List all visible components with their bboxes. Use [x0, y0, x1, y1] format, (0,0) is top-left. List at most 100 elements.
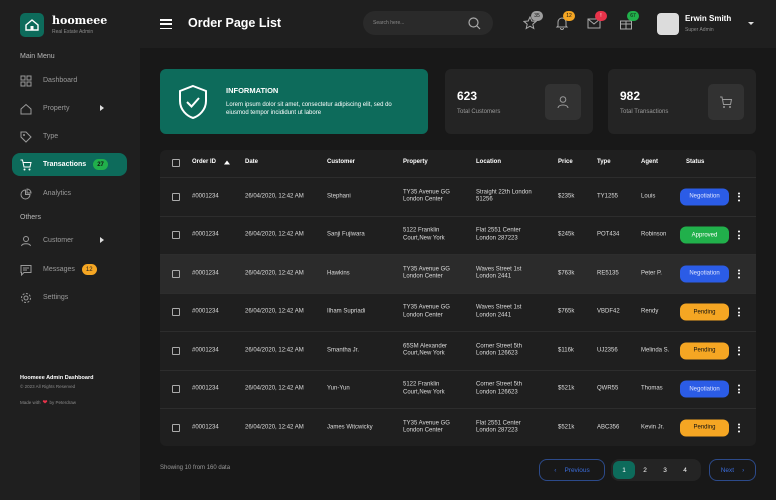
user-icon [21, 235, 31, 246]
location-cell-line: Straight 22th London [476, 189, 532, 196]
column-customer[interactable]: Customer [327, 159, 355, 167]
more-options-icon[interactable] [738, 192, 740, 202]
more-options-icon[interactable] [738, 384, 740, 394]
property-cell-line: 5122 Franklin [403, 381, 440, 388]
column-status[interactable]: Status [686, 159, 704, 167]
page-3-button[interactable]: 3 [655, 461, 675, 479]
row-checkbox[interactable] [172, 269, 180, 278]
column-property[interactable]: Property [403, 159, 428, 167]
more-options-icon[interactable] [738, 230, 740, 240]
logo[interactable]: hoomeee Real Estate Admin [20, 13, 107, 37]
row-checkbox[interactable] [172, 346, 180, 355]
more-options-icon[interactable] [738, 307, 740, 317]
page-4-button[interactable]: 4 [675, 461, 695, 479]
select-all-checkbox[interactable] [172, 159, 180, 167]
sidebar-item-label: Transactions [43, 161, 87, 168]
sidebar-item-property[interactable]: Property [12, 97, 127, 120]
order-id-cell: #0001234 [192, 347, 219, 353]
location-cell: Straight 22th London 51256 [476, 189, 532, 204]
sidebar-item-messages[interactable]: Messages 12 [12, 258, 127, 281]
page-1-button[interactable]: 1 [613, 461, 635, 479]
pie-chart-icon [20, 187, 32, 199]
location-cell-line: Flat 2551 Center [476, 227, 521, 234]
status-badge: Pending [680, 303, 729, 321]
table-row[interactable]: #0001234 26/04/2020, 12:42 AM Hawkins TY35 … [160, 254, 756, 293]
footer-credit: Made with ❤ by Peterdraw [20, 399, 76, 406]
information-card: INFORMATION Lorem ipsum dolor sit amet, … [160, 69, 428, 134]
sidebar-item-type[interactable]: Type [12, 125, 127, 148]
chevron-down-icon[interactable] [748, 22, 754, 25]
sidebar-item-dashboard[interactable]: Dashboard [12, 69, 127, 92]
table-row[interactable]: #0001234 26/04/2020, 12:42 AM Ilham Supria… [160, 292, 756, 332]
agent-cell: Rendy [641, 308, 659, 315]
property-cell: TY35 Avenue GG London Center [403, 189, 450, 204]
sidebar-item-label: Messages [43, 266, 75, 273]
more-options-icon[interactable] [738, 346, 740, 356]
property-cell: 65SM Alexander Court,New York [403, 343, 447, 358]
user-name[interactable]: Erwin Smith [685, 14, 731, 23]
property-cell-line: TY35 Avenue GG [403, 266, 450, 273]
agent-cell: Robinson [641, 231, 667, 238]
column-order-id[interactable]: Order ID [192, 159, 216, 167]
table-row[interactable]: #0001234 26/04/2020, 12:42 AM Smantha Jr. 6… [160, 331, 756, 370]
date-cell: 26/04/2020, 12:42 AM [245, 347, 304, 353]
property-cell-line: Court,New York [403, 389, 445, 396]
bell-count-badge: 12 [563, 11, 575, 21]
sidebar-item-customer[interactable]: Customer [12, 229, 127, 252]
sidebar-item-transactions[interactable]: Transactions 27 [12, 153, 127, 176]
column-date[interactable]: Date [245, 159, 258, 167]
previous-button[interactable]: ‹ Previous [539, 459, 605, 481]
search-icon[interactable] [468, 17, 481, 30]
order-id-cell: #0001234 [192, 193, 219, 199]
status-badge: Negotiation [680, 380, 729, 398]
footer-title: Hoomeee Admin Dashboard [20, 375, 94, 381]
more-options-icon[interactable] [738, 423, 740, 433]
column-type[interactable]: Type [597, 159, 611, 167]
shield-check-icon [179, 84, 207, 120]
sort-icon[interactable] [224, 160, 230, 166]
sidebar-item-label: Settings [43, 294, 69, 301]
sidebar-item-settings[interactable]: Settings [12, 286, 127, 309]
agent-cell: Kevin Jr. [641, 424, 665, 430]
table-header: Order ID Date Customer Property Location… [160, 150, 756, 176]
home-logo-icon [20, 13, 44, 37]
sidebar-item-label: Type [43, 133, 59, 140]
row-checkbox[interactable] [172, 423, 180, 432]
property-cell-line: 65SM Alexander [403, 343, 448, 350]
sidebar-item-analytics[interactable]: Analytics [12, 182, 127, 205]
table-row[interactable]: #0001234 26/04/2020, 12:42 AM Stephani TY35… [160, 177, 756, 216]
column-location[interactable]: Location [476, 159, 501, 167]
column-price[interactable]: Price [558, 159, 573, 167]
footer-copyright: © 2023 All Rights Reserved [20, 384, 76, 389]
stat-value: 623 [457, 89, 478, 103]
status-badge: Negotiation [680, 188, 729, 206]
pagination-summary: Showing 10 from 160 data [160, 465, 231, 471]
row-checkbox[interactable] [172, 231, 180, 240]
date-cell: 26/04/2020, 12:42 AM [245, 231, 304, 238]
type-cell: RE5135 [597, 270, 619, 276]
type-cell: POT434 [597, 231, 620, 238]
row-checkbox[interactable] [172, 385, 180, 394]
row-checkbox[interactable] [172, 308, 180, 317]
avatar[interactable] [657, 13, 679, 35]
more-options-icon[interactable] [738, 269, 740, 279]
next-button[interactable]: Next › [709, 459, 756, 481]
hamburger-menu-icon[interactable] [160, 19, 172, 29]
messages-count-badge: 12 [81, 264, 97, 275]
order-id-cell: #0001234 [192, 385, 219, 392]
info-text: Lorem ipsum dolor sit amet, consectetur … [226, 102, 392, 116]
table-row[interactable]: #0001234 26/04/2020, 12:42 AM Yun-Yun 5122 … [160, 369, 756, 409]
price-cell: $116k [558, 347, 574, 353]
property-cell-line: TY35 Avenue GG [403, 304, 450, 311]
location-cell: Waves Street 1st London 2441 [476, 266, 521, 281]
table-row[interactable]: #0001234 26/04/2020, 12:42 AM Sanji Fujiwa… [160, 215, 756, 255]
transactions-count-badge: 27 [93, 159, 108, 170]
stat-value: 982 [620, 89, 641, 103]
column-agent[interactable]: Agent [641, 159, 658, 167]
table-row[interactable]: #0001234 26/04/2020, 12:42 AM James Witcwi… [160, 408, 756, 446]
next-label: Next [720, 466, 735, 474]
page-2-button[interactable]: 2 [635, 461, 655, 479]
location-cell: Flat 2551 Center London 287223 [476, 228, 521, 243]
row-checkbox[interactable] [172, 192, 180, 201]
status-badge: Approved [680, 226, 729, 244]
